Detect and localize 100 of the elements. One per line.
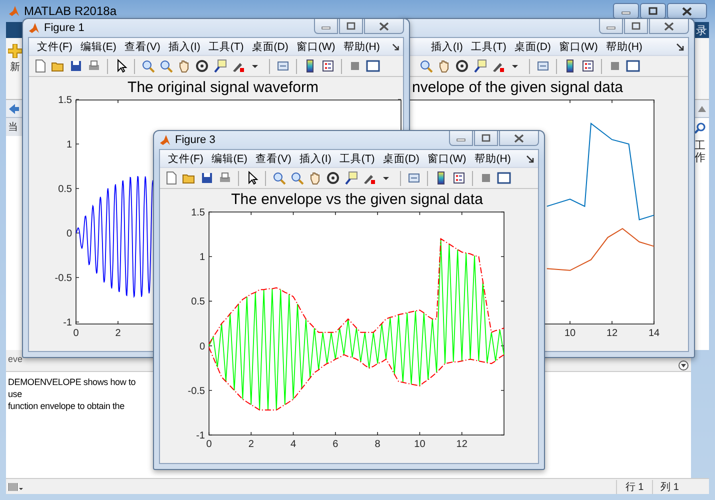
legend-icon[interactable]	[452, 171, 466, 185]
tick-label: 0	[206, 439, 212, 450]
maximize-button[interactable]	[339, 19, 363, 34]
tick-label: 2	[248, 439, 254, 450]
minimize-button[interactable]	[599, 19, 623, 34]
legend-icon[interactable]	[321, 59, 335, 73]
dock-arrow-icon[interactable]	[392, 42, 399, 50]
tick-label: 10	[414, 439, 426, 450]
menu-item[interactable]: 工具(T)	[204, 40, 248, 54]
dock-arrow-icon[interactable]	[526, 154, 534, 162]
menu-item[interactable]: 编辑(E)	[76, 40, 120, 54]
menu-item[interactable]: 文件(F)	[164, 152, 208, 166]
menu-item[interactable]: 工具(T)	[466, 40, 510, 54]
matlab-logo-icon	[159, 134, 171, 146]
plot-title: nvelope of the given signal data	[412, 79, 623, 96]
tick-label: 14	[648, 328, 660, 339]
close-icon	[664, 22, 674, 30]
legend-icon[interactable]	[581, 59, 595, 73]
tick-label: 12	[606, 328, 618, 339]
tick-label: 1.5	[191, 208, 205, 218]
data-cursor-icon[interactable]	[473, 59, 487, 73]
tick-label: 6	[332, 439, 338, 450]
menu-item[interactable]: 帮助(H)	[339, 40, 384, 54]
search-icon[interactable]	[694, 122, 706, 134]
zoom-out-icon[interactable]	[290, 171, 304, 185]
window-title: MATLAB R2018a	[24, 4, 116, 18]
column-indicator: 列 1	[652, 480, 687, 494]
maximize-button[interactable]	[624, 19, 648, 34]
hand-icon[interactable]	[177, 59, 191, 73]
menu-item[interactable]: 帮助(H)	[470, 152, 515, 166]
close-icon	[514, 134, 524, 142]
window-title: Figure 1	[44, 22, 84, 34]
print-icon[interactable]	[87, 59, 101, 73]
data-cursor-icon[interactable]	[344, 171, 358, 185]
close-icon	[682, 6, 692, 16]
minimize-button[interactable]	[449, 131, 473, 146]
tick-label: -1	[196, 430, 205, 442]
panel-tab[interactable]: eve	[8, 354, 23, 364]
layout-icon[interactable]	[497, 171, 511, 185]
menu-item[interactable]: 插入(I)	[427, 40, 467, 54]
menu-item[interactable]: 桌面(D)	[248, 40, 292, 54]
back-arrow-icon[interactable]	[8, 102, 20, 114]
close-button[interactable]	[649, 19, 689, 34]
tick-label: 1	[199, 252, 205, 264]
menu-item[interactable]: 插入(I)	[164, 40, 204, 54]
zoom-in-icon[interactable]	[141, 59, 155, 73]
hand-icon[interactable]	[437, 59, 451, 73]
panel-tab[interactable]: 工作	[694, 140, 706, 164]
close-icon	[379, 22, 389, 30]
save-icon[interactable]	[200, 171, 214, 185]
new-file-icon[interactable]	[33, 59, 47, 73]
status-menu-icon[interactable]	[8, 482, 24, 492]
maximize-icon	[481, 134, 491, 142]
menu-item[interactable]: 窗口(W)	[423, 152, 470, 166]
data-cursor-icon[interactable]	[213, 59, 227, 73]
zoom-out-icon[interactable]	[159, 59, 173, 73]
row-indicator: 行 1	[616, 480, 652, 494]
hand-icon[interactable]	[308, 171, 322, 185]
plot-title: The original signal waveform	[128, 79, 318, 96]
menu-item[interactable]: 插入(I)	[295, 152, 336, 166]
zoom-in-icon[interactable]	[272, 171, 286, 185]
menu-item[interactable]: 帮助(H)	[602, 40, 646, 54]
close-button[interactable]	[499, 131, 539, 146]
minimize-button[interactable]	[613, 3, 639, 19]
tick-label: 8	[374, 439, 380, 450]
zoom-out-icon[interactable]	[419, 59, 433, 73]
menu-item[interactable]: 桌面(D)	[378, 152, 424, 166]
menu-item[interactable]: 编辑(E)	[207, 152, 252, 166]
tick-label: 1	[66, 140, 72, 150]
minimize-button[interactable]	[314, 19, 338, 34]
layout-icon[interactable]	[366, 59, 380, 73]
toolstrip-tab[interactable]: 录	[696, 22, 707, 38]
scroll-up-icon[interactable]	[697, 104, 707, 114]
close-button[interactable]	[364, 19, 404, 34]
tick-label: -0.5	[188, 386, 205, 397]
tick-label: -1	[63, 318, 72, 328]
menu-item[interactable]: 窗口(W)	[554, 40, 602, 54]
dock-arrow-icon[interactable]	[676, 42, 684, 50]
tick-label: 0	[199, 341, 205, 352]
maximize-button[interactable]	[640, 3, 666, 19]
menu-item[interactable]: 文件(F)	[33, 40, 76, 54]
menu-item[interactable]: 工具(T)	[335, 152, 379, 166]
menu-item[interactable]: 窗口(W)	[292, 40, 340, 54]
plot-title: The envelope vs the given signal data	[231, 191, 483, 208]
new-file-icon[interactable]	[164, 171, 178, 185]
maximize-button[interactable]	[474, 131, 498, 146]
tick-label: 12	[456, 439, 468, 450]
tick-label: 0	[66, 228, 72, 240]
save-icon[interactable]	[69, 59, 83, 73]
menu-item[interactable]: 桌面(D)	[510, 40, 555, 54]
close-button[interactable]	[667, 3, 707, 19]
maximize-icon	[346, 22, 356, 30]
menu-item[interactable]: 查看(V)	[120, 40, 164, 54]
tick-label: 0.5	[191, 296, 205, 308]
layout-icon[interactable]	[626, 59, 640, 73]
menu-item[interactable]: 查看(V)	[251, 152, 296, 166]
plus-icon	[8, 44, 22, 58]
print-icon[interactable]	[218, 171, 232, 185]
dropdown-icon[interactable]	[678, 360, 689, 371]
new-button[interactable]: 新	[6, 38, 24, 99]
